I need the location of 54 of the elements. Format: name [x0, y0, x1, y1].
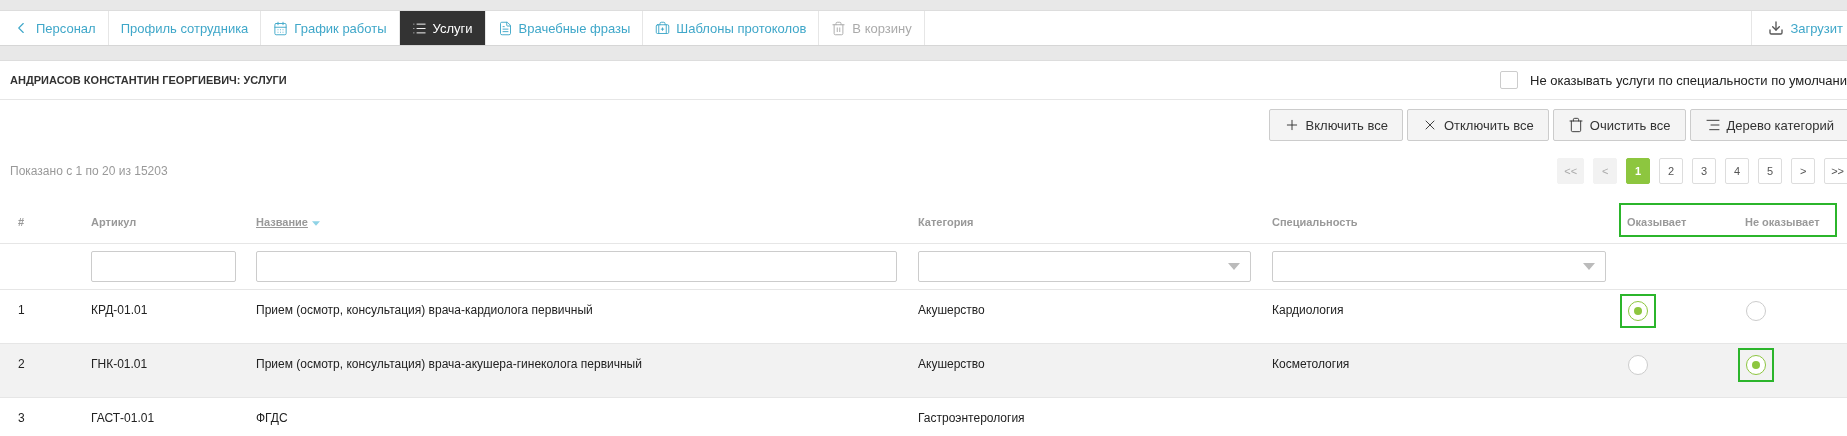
specialty-cell-text: Кардиология	[1272, 302, 1345, 317]
column-header: Не оказывает	[1745, 215, 1821, 228]
radio-button[interactable]	[1628, 355, 1648, 375]
records-summary: Показано с 1 по 20 из 15203	[10, 164, 168, 178]
checkbox[interactable]	[1500, 71, 1519, 89]
specialty-cell-text: Косметология	[1272, 356, 1351, 371]
code-filter-field[interactable]	[91, 251, 236, 282]
name-filter-field[interactable]	[256, 251, 897, 282]
page-button[interactable]: >	[1791, 158, 1816, 184]
caret-icon	[1583, 263, 1595, 270]
category-cell-text: Акушерство	[918, 302, 986, 317]
column-header: Специальность	[1272, 215, 1359, 228]
column-header: Категория	[918, 215, 975, 228]
name-cell-text: ФГДС	[256, 410, 289, 425]
page-button[interactable]: 5	[1758, 158, 1783, 184]
row-number: 1	[17, 302, 26, 317]
name-cell-text: Прием (осмотр, консультация) врача-акушера-гинеколога первичный	[256, 356, 643, 371]
page-button[interactable]: 4	[1725, 158, 1750, 184]
page-button[interactable]: 3	[1692, 158, 1717, 184]
code-cell-text: ГАСТ-01.01	[91, 410, 156, 425]
row-number: 2	[17, 356, 26, 371]
radio-button[interactable]	[1746, 355, 1766, 375]
sort-caret-icon	[311, 220, 320, 226]
name-cell-text: Прием (осмотр, консультация) врача-кардиолога первичный	[256, 302, 594, 317]
category-filter-select[interactable]	[918, 251, 1251, 282]
download-icon	[1768, 20, 1785, 36]
nav-tab[interactable]: Услуги	[399, 11, 486, 45]
page-button[interactable]: >>	[1824, 158, 1847, 184]
category-cell-text: Гастроэнтерология	[918, 410, 1026, 425]
specialty-filter-select[interactable]	[1272, 251, 1606, 282]
trash-icon	[831, 20, 847, 36]
medical-case-icon	[655, 20, 671, 36]
code-cell-text: ГНК-01.01	[91, 356, 149, 371]
radio-button[interactable]	[1628, 301, 1648, 321]
row-number: 3	[17, 410, 26, 425]
caret-icon	[1228, 263, 1240, 270]
document-icon	[497, 20, 513, 36]
page-button[interactable]: 2	[1659, 158, 1684, 184]
code-cell-text: КРД-01.01	[91, 302, 149, 317]
toolbar-button[interactable]: Очистить все	[1552, 109, 1686, 141]
page-title: АНДРИАСОВ КОНСТАНТИН ГЕОРГИЕВИЧ: УСЛУГИ	[10, 74, 287, 86]
calendar-icon	[273, 20, 289, 36]
list-icon	[411, 20, 427, 36]
toolbar-button[interactable]: Включить все	[1268, 109, 1403, 141]
default-option-checkbox[interactable]: Не оказывать услуги по специальности по умолчани	[1500, 71, 1847, 89]
column-header: Артикул	[91, 215, 138, 228]
radio-button[interactable]	[1746, 301, 1766, 321]
toolbar-button[interactable]: Дерево категорий	[1689, 109, 1847, 141]
toolbar-button[interactable]: Отключить все	[1406, 109, 1549, 141]
column-header: Оказывает	[1627, 215, 1688, 228]
lines-icon	[1704, 117, 1721, 133]
category-cell-text: Акушерство	[918, 356, 986, 371]
trash-icon	[1567, 117, 1584, 133]
column-header: #	[17, 215, 26, 228]
